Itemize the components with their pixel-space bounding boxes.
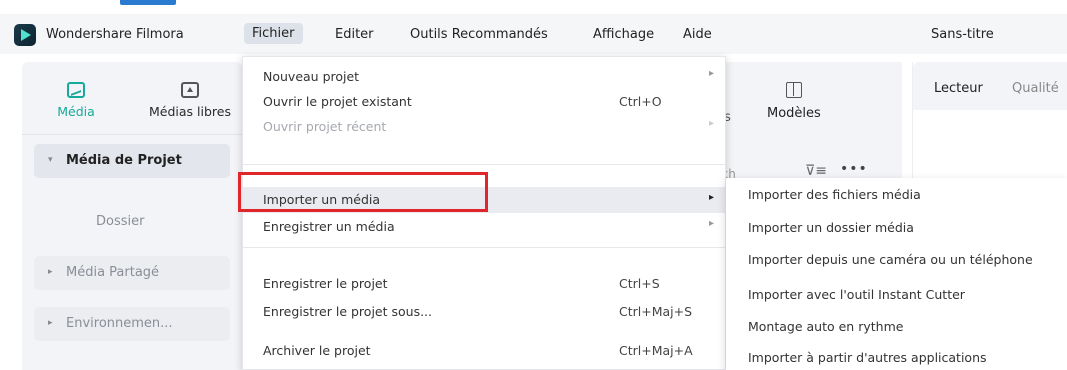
tab-lecteur[interactable]: Lecteur: [934, 81, 983, 96]
submenu-arrow-icon: ▸: [709, 192, 715, 203]
submenu-item-dossier-media[interactable]: Importer un dossier média: [748, 220, 914, 235]
submenu-arrow-icon: ▸: [709, 68, 715, 79]
menu-item-ouvrir-projet[interactable]: Ouvrir le projet existant Ctrl+O: [243, 90, 725, 114]
menu-aide[interactable]: Aide: [683, 27, 712, 42]
tab-modeles-label: Modèles: [767, 106, 821, 121]
sidebar-item-label: Environnemen...: [66, 316, 173, 331]
menu-item-enregistrer-sous[interactable]: Enregistrer le projet sous... Ctrl+Maj+S: [243, 300, 725, 324]
tab-media-label: Média: [57, 104, 95, 119]
submenu-item-instant-cutter[interactable]: Importer avec l'outil Instant Cutter: [748, 287, 965, 302]
quality-dropdown[interactable]: Qualité: [1012, 81, 1059, 96]
menu-item-label: Enregistrer un média: [263, 219, 395, 234]
menu-item-projet-recent[interactable]: Ouvrir projet récent ▸: [243, 115, 725, 139]
submenu-arrow-icon: ▸: [709, 118, 715, 129]
player-header: Lecteur Qualité: [913, 62, 1067, 110]
menu-bar: Wondershare Filmora Fichier Editer Outil…: [0, 14, 1067, 54]
sidebar-item-label: Média de Projet: [66, 153, 182, 168]
chevron-right-icon: ▸: [48, 318, 53, 328]
shortcut-label: Ctrl+S: [619, 276, 660, 291]
highlight-annotation-box: [238, 172, 488, 212]
filmora-logo-icon: [14, 24, 36, 46]
sidebar-item-media-partage[interactable]: ▸ Média Partagé: [34, 256, 230, 290]
tab-media[interactable]: Média: [46, 82, 106, 119]
menu-item-label: Ouvrir projet récent: [263, 119, 387, 134]
menu-item-nouveau-projet[interactable]: Nouveau projet ▸: [243, 65, 725, 89]
menu-item-label: Nouveau projet: [263, 69, 360, 84]
left-panel: Média Médias libres ▾ Média de Projet Do…: [22, 62, 242, 370]
shortcut-label: Ctrl+O: [619, 94, 662, 109]
image-icon: [67, 82, 85, 98]
shortcut-label: Ctrl+Maj+S: [619, 304, 693, 319]
tab-medias-libres-label: Médias libres: [149, 104, 231, 119]
menu-separator: [243, 164, 725, 165]
sidebar-item-dossier[interactable]: Dossier: [96, 214, 144, 229]
tab-modeles[interactable]: Modèles: [767, 82, 821, 121]
menu-item-archiver-projet[interactable]: Archiver le projet Ctrl+Maj+A: [243, 339, 725, 363]
templates-icon: [785, 82, 802, 98]
document-title: Sans-titre: [931, 27, 994, 42]
menu-outils-recommandes[interactable]: Outils Recommandés: [410, 27, 548, 42]
menu-item-label: Ouvrir le projet existant: [263, 94, 412, 109]
more-options-icon[interactable]: •••: [840, 161, 868, 177]
menu-item-enregistrer-media[interactable]: Enregistrer un média ▸: [243, 215, 725, 239]
chevron-right-icon: ▸: [48, 267, 53, 277]
menu-item-label: Enregistrer le projet sous...: [263, 304, 433, 319]
top-accent-bar: [120, 0, 176, 5]
shortcut-label: Ctrl+Maj+A: [619, 343, 693, 358]
menu-separator: [243, 247, 725, 248]
menu-item-label: Archiver le projet: [263, 343, 371, 358]
tabs-divider: [22, 134, 242, 135]
submenu-item-fichiers-media[interactable]: Importer des fichiers média: [748, 187, 921, 202]
submenu-item-autres-applications[interactable]: Importer à partir d'autres applications: [748, 350, 987, 365]
sidebar-item-environnement[interactable]: ▸ Environnemen...: [34, 307, 230, 341]
menu-affichage[interactable]: Affichage: [593, 27, 654, 42]
file-menu-dropdown: Nouveau projet ▸ Ouvrir le projet exista…: [242, 56, 726, 370]
import-submenu: Importer des fichiers média Importer un …: [726, 178, 1067, 370]
menu-fichier[interactable]: Fichier: [244, 23, 303, 44]
menu-item-enregistrer-projet[interactable]: Enregistrer le projet Ctrl+S: [243, 272, 725, 296]
cloud-library-icon: [181, 82, 199, 98]
filter-icon[interactable]: ⊽≡: [805, 163, 827, 179]
chevron-down-icon: ▾: [48, 155, 53, 165]
submenu-arrow-icon: ▸: [709, 218, 715, 229]
submenu-item-camera-telephone[interactable]: Importer depuis une caméra ou un télépho…: [748, 252, 1033, 267]
sidebar-item-label: Média Partagé: [66, 265, 160, 280]
menu-editer[interactable]: Editer: [335, 27, 374, 42]
sidebar-item-media-projet[interactable]: ▾ Média de Projet: [34, 144, 230, 178]
tab-medias-libres[interactable]: Médias libres: [140, 82, 240, 119]
menu-item-label: Enregistrer le projet: [263, 276, 388, 291]
submenu-item-montage-rythme[interactable]: Montage auto en rythme: [748, 319, 903, 334]
top-edge: [0, 0, 1067, 6]
app-name: Wondershare Filmora: [46, 27, 184, 42]
